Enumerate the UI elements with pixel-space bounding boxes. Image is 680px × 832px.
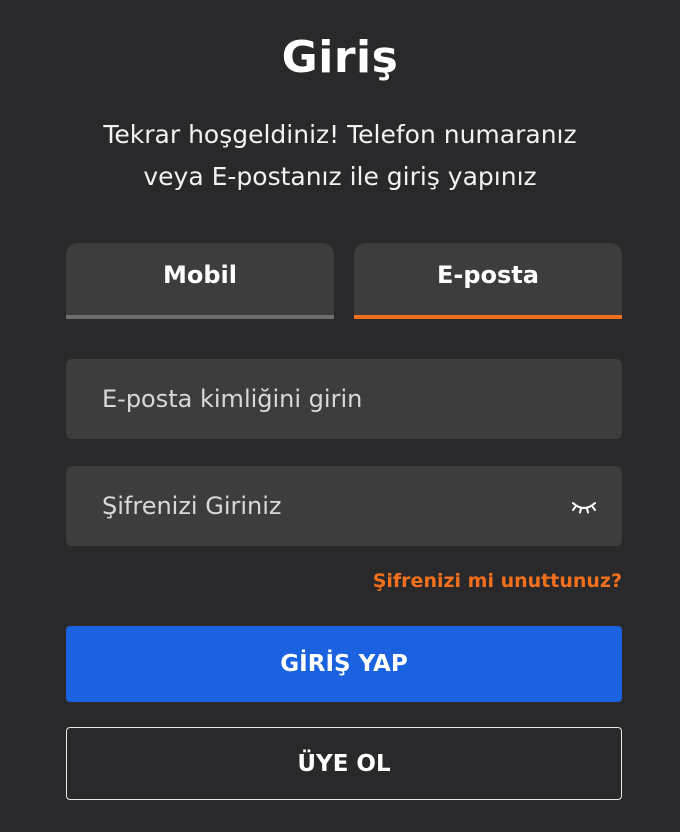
password-input[interactable] (66, 466, 622, 546)
subtitle-line-2: veya E-postanız ile giriş yapınız (143, 162, 537, 191)
forgot-password-link[interactable]: Şifrenizi mi unuttunuz? (373, 570, 622, 592)
email-field-container (66, 359, 622, 439)
subtitle-line-1: Tekrar hoşgeldiniz! Telefon numaranız (103, 120, 577, 149)
email-input[interactable] (66, 359, 622, 439)
register-button[interactable]: ÜYE OL (66, 727, 622, 800)
login-page: Giriş Tekrar hoşgeldiniz! Telefon numara… (0, 0, 680, 832)
page-subtitle: Tekrar hoşgeldiniz! Telefon numaranız ve… (60, 114, 620, 198)
login-method-tabs: Mobil E-posta (66, 243, 622, 319)
password-field-container (66, 466, 622, 546)
tab-eposta[interactable]: E-posta (354, 243, 622, 319)
eye-closed-icon[interactable] (570, 495, 598, 517)
page-title: Giriş (281, 32, 399, 83)
login-button[interactable]: GİRİŞ YAP (66, 626, 622, 702)
tab-mobil[interactable]: Mobil (66, 243, 334, 319)
